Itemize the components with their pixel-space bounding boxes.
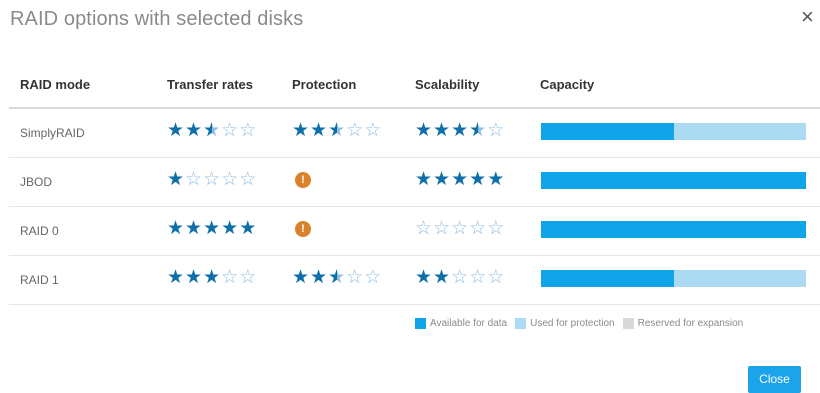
star-empty-icon: ☆ <box>469 267 487 288</box>
star-half-icon: ★ <box>203 121 220 140</box>
legend-label-used: Used for protection <box>530 318 615 329</box>
close-button[interactable]: Close <box>748 366 801 393</box>
star-half-icon: ★ <box>328 121 345 140</box>
raid-options-dialog: RAID options with selected disks × RAID … <box>0 0 820 393</box>
star-empty-icon: ☆ <box>487 120 505 141</box>
header-protection: Protection <box>292 77 357 92</box>
star-empty-icon: ☆ <box>346 120 364 141</box>
star-full-icon: ★ <box>203 218 221 239</box>
star-full-icon: ★ <box>167 120 185 141</box>
capacity-bar <box>541 123 806 140</box>
legend-reserved: Reserved for expansion <box>622 318 744 329</box>
legend-used: Used for protection <box>515 318 615 329</box>
star-full-icon: ★ <box>239 218 257 239</box>
transfer-rate-stars: ★★★☆☆ <box>167 121 256 140</box>
legend-swatch-available <box>415 318 426 329</box>
star-full-icon: ★ <box>451 169 469 190</box>
star-empty-icon: ☆ <box>239 120 257 141</box>
table-row: JBOD ★ ☆ ☆ ☆ ☆ ! ★ ★ ★ ★ ★ <box>9 158 820 207</box>
star-full-icon: ★ <box>167 218 185 239</box>
capacity-bar <box>541 221 806 238</box>
capacity-bar <box>541 172 806 189</box>
star-empty-icon: ☆ <box>221 120 239 141</box>
transfer-rate-stars: ★ ☆ ☆ ☆ ☆ <box>167 170 256 189</box>
legend-swatch-used <box>515 318 527 329</box>
star-empty-icon: ☆ <box>364 120 382 141</box>
transfer-rate-stars: ★ ★ ★ ★ ★ <box>167 219 256 238</box>
protection-stars: ★★★☆☆ <box>292 121 381 140</box>
table-row: SimplyRAID ★★★☆☆ ★★★☆☆ ★★★★☆ <box>9 109 820 158</box>
star-full-icon: ★ <box>185 120 203 141</box>
raid-mode-label: JBOD <box>20 175 53 189</box>
star-full-icon: ★ <box>203 267 221 288</box>
star-half-icon: ★ <box>469 121 486 140</box>
star-full-icon: ★ <box>167 267 185 288</box>
capacity-bar <box>541 270 806 287</box>
header-scalability: Scalability <box>415 77 480 92</box>
star-empty-icon: ☆ <box>185 169 203 190</box>
star-full-icon: ★ <box>451 120 469 141</box>
scalability-stars: ★ ★ ★ ★ ★ <box>415 170 504 189</box>
warning-icon: ! <box>295 221 311 237</box>
star-empty-icon: ☆ <box>451 267 469 288</box>
star-empty-icon: ☆ <box>487 267 505 288</box>
header-capacity: Capacity <box>540 77 595 92</box>
star-full-icon: ★ <box>310 267 328 288</box>
star-full-icon: ★ <box>415 267 433 288</box>
table-row: RAID 1 ★★★☆☆ ★★★☆☆ ★★☆☆☆ <box>9 256 820 305</box>
star-full-icon: ★ <box>310 120 328 141</box>
star-full-icon: ★ <box>433 267 451 288</box>
star-full-icon: ★ <box>221 218 239 239</box>
star-empty-icon: ☆ <box>451 218 469 239</box>
star-empty-icon: ☆ <box>415 218 433 239</box>
raid-mode-label: SimplyRAID <box>20 126 85 140</box>
capacity-available-fill <box>541 123 674 140</box>
star-empty-icon: ☆ <box>239 169 257 190</box>
star-half-icon: ★ <box>328 268 345 287</box>
legend-label-reserved: Reserved for expansion <box>637 318 744 329</box>
legend-swatch-reserved <box>622 318 634 329</box>
legend-label-available: Available for data <box>430 318 508 329</box>
star-full-icon: ★ <box>167 169 185 190</box>
scalability-stars: ★ ★ ☆ ☆ ☆ <box>415 268 504 287</box>
star-empty-icon: ☆ <box>433 218 451 239</box>
header-transfer-rates: Transfer rates <box>167 77 253 92</box>
transfer-rate-stars: ★★★☆☆ <box>167 268 256 287</box>
star-full-icon: ★ <box>185 218 203 239</box>
star-full-icon: ★ <box>469 169 487 190</box>
star-empty-icon: ☆ <box>221 267 239 288</box>
close-icon[interactable]: × <box>801 6 814 28</box>
scalability-stars: ★★★★☆ <box>415 121 504 140</box>
protection-stars: ★★★☆☆ <box>292 268 381 287</box>
star-full-icon: ★ <box>292 120 310 141</box>
star-empty-icon: ☆ <box>487 218 505 239</box>
table-row: RAID 0 ★ ★ ★ ★ ★ ! ☆ ☆ ☆ ☆ ☆ <box>9 207 820 256</box>
raid-mode-label: RAID 0 <box>20 224 59 238</box>
capacity-available-fill <box>541 270 674 287</box>
table-header: RAID mode Transfer rates Protection Scal… <box>9 63 820 109</box>
capacity-legend: Available for data Used for protection R… <box>415 318 751 329</box>
warning-icon: ! <box>295 172 311 188</box>
star-full-icon: ★ <box>415 169 433 190</box>
header-raid-mode: RAID mode <box>20 77 91 92</box>
dialog-title: RAID options with selected disks <box>10 8 304 30</box>
star-empty-icon: ☆ <box>221 169 239 190</box>
raid-table: RAID mode Transfer rates Protection Scal… <box>9 63 820 305</box>
capacity-available-fill <box>541 221 806 238</box>
star-full-icon: ★ <box>433 169 451 190</box>
scalability-stars: ☆ ☆ ☆ ☆ ☆ <box>415 219 504 238</box>
legend-available: Available for data <box>415 318 507 329</box>
star-full-icon: ★ <box>487 169 505 190</box>
star-empty-icon: ☆ <box>364 267 382 288</box>
star-full-icon: ★ <box>185 267 203 288</box>
star-empty-icon: ☆ <box>203 169 221 190</box>
raid-mode-label: RAID 1 <box>20 273 59 287</box>
capacity-available-fill <box>541 172 806 189</box>
star-full-icon: ★ <box>415 120 433 141</box>
star-empty-icon: ☆ <box>469 218 487 239</box>
star-full-icon: ★ <box>292 267 310 288</box>
star-empty-icon: ☆ <box>239 267 257 288</box>
star-empty-icon: ☆ <box>346 267 364 288</box>
star-full-icon: ★ <box>433 120 451 141</box>
